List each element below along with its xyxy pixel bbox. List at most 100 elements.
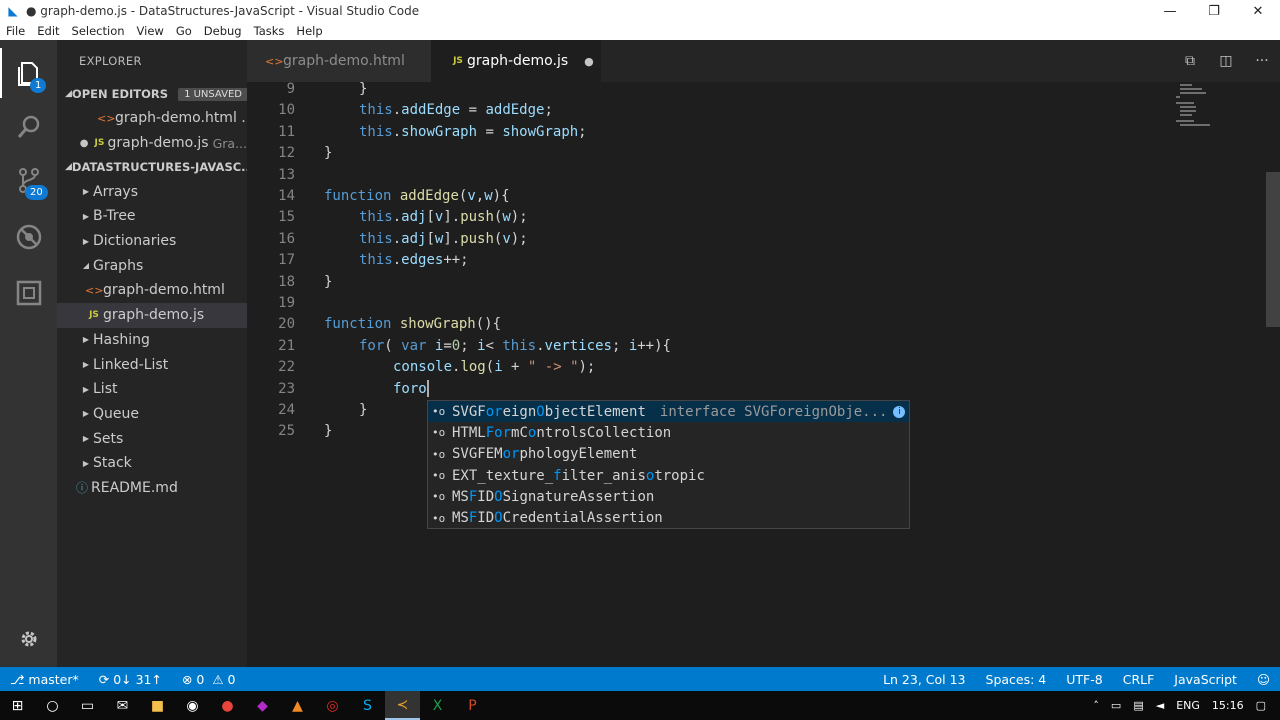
file-item-graph-demo-html[interactable]: <> graph-demo.html (57, 278, 247, 303)
code-line: 12} (247, 143, 1247, 164)
folder-item-list[interactable]: ▶ List (57, 377, 247, 402)
feedback-smiley-icon[interactable]: ☺ (1247, 672, 1280, 687)
info-icon[interactable]: i (893, 405, 906, 418)
cursor-position[interactable]: Ln 23, Col 13 (873, 672, 975, 687)
windows-start-icon[interactable]: ⊞ (0, 691, 35, 720)
code-text: } (324, 145, 333, 162)
indentation-status[interactable]: Spaces: 4 (976, 672, 1057, 687)
suggestion-item[interactable]: •o SVGF EM or phologyElement (428, 444, 909, 465)
split-editor-icon[interactable]: ◫ (1208, 53, 1244, 69)
suggestion-item[interactable]: •o HTML For mC o ntrolsCollection (428, 422, 909, 443)
folder-item-sets[interactable]: ▶ Sets (57, 426, 247, 451)
debug-activity[interactable] (0, 212, 57, 262)
language-mode[interactable]: JavaScript (1164, 672, 1247, 687)
encoding-status[interactable]: UTF-8 (1056, 672, 1112, 687)
folder-item-hashing[interactable]: ▶ Hashing (57, 328, 247, 353)
folder-item-queue[interactable]: ▶ Queue (57, 402, 247, 427)
restore-button[interactable]: ❐ (1192, 0, 1236, 22)
excel-icon[interactable]: X (420, 691, 455, 720)
mail-icon[interactable]: ✉ (105, 691, 140, 720)
file-explorer-icon[interactable]: ■ (140, 691, 175, 720)
search-icon (17, 115, 39, 138)
open-preview-icon[interactable]: ⧉ (1172, 53, 1208, 69)
suggestion-item[interactable]: •o MS F ID O CredentialAssertion (428, 507, 909, 528)
suggestion-item[interactable]: •o SVGF or eign ObjectElement interface SVG… (428, 401, 909, 423)
code-text: } (359, 402, 368, 418)
menu-bar: File Edit Selection View Go Debug Tasks … (0, 22, 1280, 40)
git-sync-status[interactable]: ⟳ 0↓ 31↑ (89, 672, 172, 687)
menu-edit[interactable]: Edit (31, 24, 65, 38)
skype-icon[interactable]: S (350, 691, 385, 720)
folder-item-arrays[interactable]: ▶ Arrays (57, 179, 247, 204)
folder-item-linked-list[interactable]: ▶ Linked-List (57, 352, 247, 377)
code-editor[interactable]: 9} 10 this.addEdge = addEdge; 11 this.show… (247, 82, 1280, 667)
project-header[interactable]: ◢ DATASTRUCTURES-JAVASC... (57, 155, 247, 179)
open-editor-item[interactable]: ● JS graph-demo.js Gra... (57, 131, 247, 156)
battery-icon[interactable]: ▭ (1111, 699, 1121, 712)
modified-dot-icon[interactable]: ● (584, 55, 594, 68)
menu-debug[interactable]: Debug (198, 24, 248, 38)
source-control-activity[interactable]: 20 (0, 156, 57, 206)
tab-graph-demo-js[interactable]: JS graph-demo.js ● (431, 40, 601, 82)
open-editors-header[interactable]: ◢ OPEN EDITORS 1 UNSAVED (57, 82, 247, 106)
folder-item-dictionaries[interactable]: ▶ Dictionaries (57, 229, 247, 254)
clock[interactable]: 15:16 (1212, 699, 1244, 712)
chevron-right-icon: ▶ (82, 187, 90, 197)
vertical-scrollbar[interactable] (1266, 172, 1280, 327)
folder-item-btree[interactable]: ▶ B-Tree (57, 204, 247, 229)
menu-tasks[interactable]: Tasks (248, 24, 291, 38)
settings-activity[interactable] (0, 614, 57, 664)
minimap[interactable] (1174, 82, 1214, 132)
opera-icon[interactable]: ◎ (315, 691, 350, 720)
eol-status[interactable]: CRLF (1113, 672, 1165, 687)
line-number: 11 (278, 123, 295, 140)
close-button[interactable]: ✕ (1236, 0, 1280, 22)
line-number: 23 (278, 380, 295, 397)
more-actions-icon[interactable]: ··· (1244, 53, 1280, 69)
extensions-activity[interactable] (0, 268, 57, 318)
chevron-up-icon[interactable]: ˄ (1093, 699, 1099, 712)
menu-selection[interactable]: Selection (66, 24, 131, 38)
volume-icon[interactable]: ◄ (1156, 699, 1164, 712)
vlc-icon[interactable]: ▲ (280, 691, 315, 720)
folder-item-stack[interactable]: ▶ Stack (57, 451, 247, 476)
text-cursor (426, 380, 429, 398)
chrome-icon[interactable]: ● (210, 691, 245, 720)
code-text: function addEdge(v,w){ (324, 188, 510, 204)
tab-graph-demo-html[interactable]: <> graph-demo.html (247, 40, 431, 82)
problems-status[interactable]: ⊗ 0 ⚠ 0 (172, 672, 246, 687)
minimize-button[interactable]: — (1148, 0, 1192, 22)
project-label: DATASTRUCTURES-JAVASC... (71, 160, 247, 175)
code-line: 11 this.showGraph = showGraph; (247, 122, 1247, 143)
app-icon[interactable]: ◆ (245, 691, 280, 720)
folder-label: Arrays (93, 183, 139, 200)
menu-help[interactable]: Help (290, 24, 328, 38)
suggestion-item[interactable]: •o MS F ID O SignatureAssertion (428, 486, 909, 507)
code-line: 16 this.adj[w].push(v); (247, 229, 1247, 250)
network-icon[interactable]: ▤ (1133, 699, 1143, 712)
search-activity[interactable] (0, 102, 57, 152)
language-indicator[interactable]: ENG (1176, 699, 1200, 712)
suggestion-item[interactable]: •o EXT_texture_ f ilter_anis o tropic (428, 465, 909, 486)
task-view-icon[interactable]: ▭ (70, 691, 105, 720)
cortana-icon[interactable]: ○ (35, 691, 70, 720)
menu-view[interactable]: View (131, 24, 170, 38)
chevron-right-icon: ▶ (82, 384, 90, 394)
debug-icon (16, 224, 41, 250)
chevron-right-icon: ▶ (82, 409, 90, 419)
code-line: 18} (247, 272, 1247, 293)
code-text: this.addEdge = addEdge; (359, 102, 553, 119)
folder-item-graphs[interactable]: ◢ Graphs (57, 253, 247, 278)
vscode-taskbar-icon[interactable]: ≺ (385, 691, 420, 720)
menu-file[interactable]: File (0, 24, 31, 38)
file-label: graph-demo.html (103, 282, 225, 299)
explorer-activity[interactable]: 1 (0, 48, 57, 98)
notifications-icon[interactable]: ▢ (1256, 699, 1266, 712)
powerpoint-icon[interactable]: P (455, 691, 490, 720)
file-item-readme[interactable]: ⓘ README.md (57, 476, 247, 501)
menu-go[interactable]: Go (170, 24, 198, 38)
git-branch-status[interactable]: ⎇ master* (0, 672, 89, 687)
file-item-graph-demo-js[interactable]: JS graph-demo.js (57, 302, 247, 328)
open-editor-item[interactable]: <> graph-demo.html ... (57, 106, 247, 131)
media-icon[interactable]: ◉ (175, 691, 210, 720)
